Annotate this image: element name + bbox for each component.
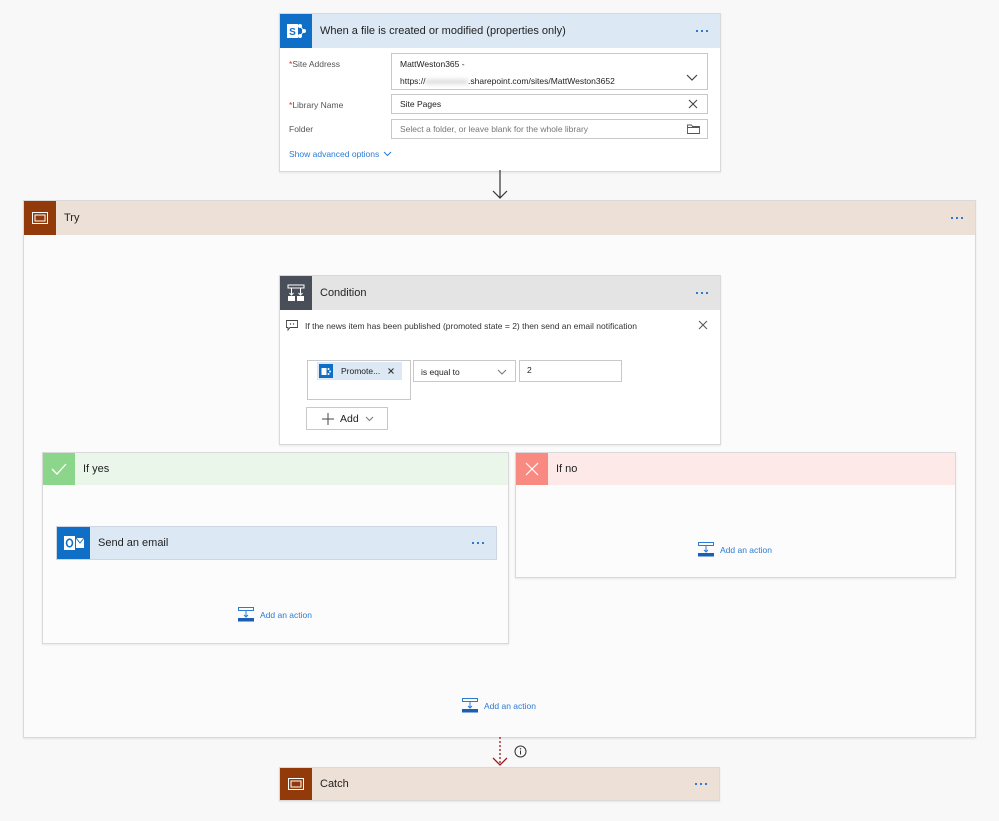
add-action-icon (238, 607, 254, 622)
folder-label: Folder (289, 124, 314, 134)
catch-scope: Catch (279, 767, 720, 801)
trigger-card: S When a file is created or modified (pr… (279, 13, 721, 172)
add-action-icon (698, 542, 714, 557)
blurred-tenant: xxxxxxxxxx (425, 76, 469, 86)
operator-dropdown[interactable]: is equal to (413, 360, 516, 382)
scope-icon (280, 768, 312, 800)
check-icon (43, 453, 75, 485)
condition-header[interactable]: Condition (280, 276, 720, 310)
sharepoint-icon: S (280, 14, 312, 48)
site-address-line1: MattWeston365 - (400, 59, 465, 69)
chevron-down-icon (497, 369, 507, 375)
if-no-add-action[interactable]: Add an action (698, 542, 772, 557)
outlook-icon (57, 527, 90, 559)
clear-icon[interactable] (688, 99, 698, 109)
if-no-branch: If no Add an action (515, 452, 956, 578)
send-email-more-menu[interactable] (468, 538, 488, 548)
folder-icon[interactable] (687, 124, 700, 134)
plus-icon (322, 412, 334, 425)
show-advanced-options-link[interactable]: Show advanced options (289, 149, 392, 159)
if-yes-add-action[interactable]: Add an action (238, 607, 312, 622)
remove-token-icon[interactable] (388, 368, 395, 374)
comment-text: If the news item has been published (pro… (305, 321, 637, 331)
try-title: Try (64, 212, 80, 224)
library-name-label: *Library Name (289, 100, 344, 110)
try-add-action[interactable]: Add an action (462, 698, 536, 713)
close-comment-icon[interactable] (698, 320, 708, 330)
site-address-label: *Site Address (289, 59, 341, 69)
flow-arrow (492, 170, 508, 199)
library-name-field[interactable]: Site Pages (391, 94, 708, 114)
condition-more-menu[interactable] (692, 288, 712, 298)
send-email-action[interactable]: Send an email (56, 526, 497, 560)
condition-comment: If the news item has been published (pro… (280, 310, 720, 340)
dynamic-content-token[interactable]: Promote... (317, 362, 402, 380)
condition-card: Condition If the news item has been publ… (279, 275, 721, 445)
condition-left-operand[interactable]: Promote... (307, 360, 411, 400)
if-yes-header[interactable]: If yes (43, 453, 508, 485)
try-header[interactable]: Try (24, 201, 975, 235)
if-no-title: If no (556, 463, 578, 475)
add-condition-button[interactable]: Add (306, 407, 388, 430)
add-action-icon (462, 698, 478, 713)
trigger-header[interactable]: S When a file is created or modified (pr… (280, 14, 720, 48)
if-yes-title: If yes (83, 463, 110, 475)
send-email-title: Send an email (98, 537, 169, 549)
comment-icon (286, 320, 298, 331)
if-yes-branch: If yes Send an email Add an action (42, 452, 509, 644)
catch-more-menu[interactable] (691, 779, 711, 789)
condition-icon (280, 276, 312, 310)
try-more-menu[interactable] (947, 213, 967, 223)
catch-title: Catch (320, 778, 349, 790)
trigger-title: When a file is created or modified (prop… (320, 25, 566, 37)
condition-title: Condition (320, 287, 367, 299)
chevron-down-icon[interactable] (686, 74, 698, 82)
trigger-more-menu[interactable] (692, 26, 712, 36)
catch-header[interactable]: Catch (280, 768, 719, 800)
info-icon[interactable] (514, 745, 527, 758)
site-address-field[interactable]: MattWeston365 - https://xxxxxxxxxx.share… (391, 53, 708, 90)
chevron-down-icon (383, 151, 392, 157)
run-after-arrow[interactable] (490, 737, 510, 768)
site-address-line2: https://xxxxxxxxxx.sharepoint.com/sites/… (400, 76, 615, 86)
scope-icon (24, 201, 56, 235)
folder-field[interactable]: Select a folder, or leave blank for the … (391, 119, 708, 139)
sharepoint-icon (319, 364, 333, 378)
svg-text:S: S (289, 27, 296, 38)
chevron-down-icon (365, 416, 374, 421)
condition-value-field[interactable]: 2 (519, 360, 622, 382)
if-no-header[interactable]: If no (516, 453, 955, 485)
x-icon (516, 453, 548, 485)
